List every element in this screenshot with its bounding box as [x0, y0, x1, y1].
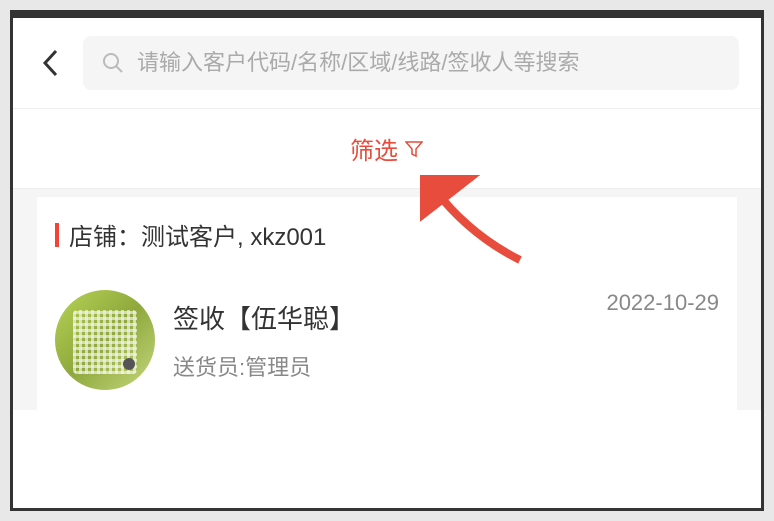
store-header: 店铺：测试客户, xkz001	[55, 217, 719, 252]
store-indicator	[55, 223, 59, 247]
back-icon	[41, 48, 61, 78]
record-title: 签收【伍华聪】	[173, 299, 588, 336]
filter-button[interactable]: 筛选	[350, 131, 424, 166]
record-date: 2022-10-29	[606, 290, 719, 316]
search-box[interactable]	[83, 36, 739, 90]
record-info: 签收【伍华聪】 送货员:管理员	[173, 299, 588, 382]
record-deliverer: 送货员:管理员	[173, 350, 588, 382]
store-card[interactable]: 店铺：测试客户, xkz001 签收【伍华聪】 送货员:管理员 2022-10-…	[37, 197, 737, 410]
header	[13, 18, 761, 109]
record-row[interactable]: 签收【伍华聪】 送货员:管理员 2022-10-29	[55, 290, 719, 390]
filter-icon	[404, 139, 424, 159]
filter-bar: 筛选	[13, 109, 761, 189]
avatar	[55, 290, 155, 390]
search-input[interactable]	[137, 50, 721, 76]
back-button[interactable]	[35, 47, 67, 79]
search-icon	[101, 51, 125, 75]
filter-label: 筛选	[350, 131, 398, 166]
store-label: 店铺：测试客户, xkz001	[69, 217, 326, 252]
content: 店铺：测试客户, xkz001 签收【伍华聪】 送货员:管理员 2022-10-…	[13, 189, 761, 410]
